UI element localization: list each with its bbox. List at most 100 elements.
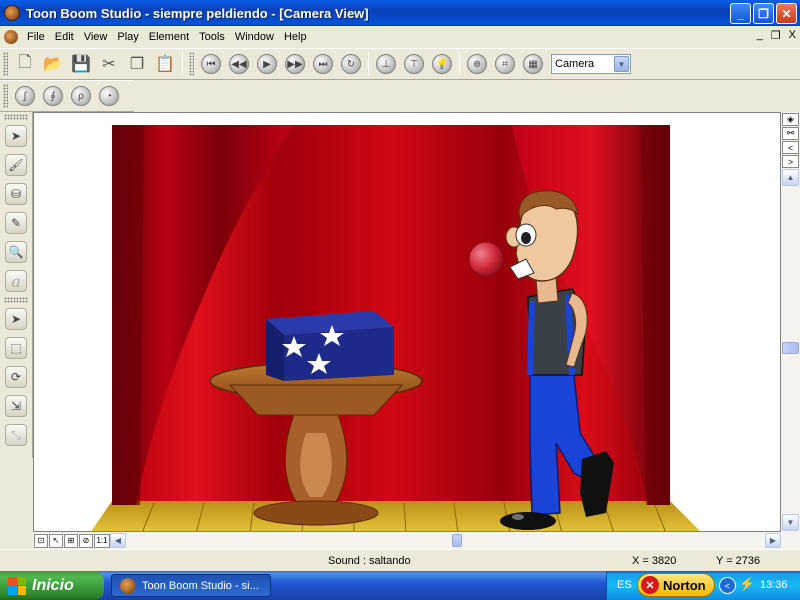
- status-sound: Sound : saltando: [328, 555, 411, 567]
- rotate-tool[interactable]: ⟳: [3, 364, 29, 390]
- toolbar-grip[interactable]: [3, 52, 8, 76]
- select-tool[interactable]: ➤: [3, 123, 29, 149]
- pencil-tool-button[interactable]: ∫: [11, 83, 39, 109]
- minimize-button[interactable]: _: [730, 3, 751, 24]
- brush-alt-tool[interactable]: ✎: [3, 210, 29, 236]
- power-tray-icon[interactable]: ⚡: [739, 576, 755, 592]
- save-button[interactable]: 💾: [67, 51, 95, 77]
- menu-play[interactable]: Play: [112, 26, 143, 48]
- fast-forward-icon: ▶▶: [285, 54, 305, 74]
- paste-icon: 📋: [155, 56, 175, 73]
- horizontal-scroll-thumb[interactable]: [452, 534, 462, 547]
- text-tool[interactable]: a: [3, 268, 29, 294]
- field-chart-button[interactable]: ⌗: [491, 51, 519, 77]
- paint-bucket-tool[interactable]: ⛁: [3, 181, 29, 207]
- paste-button[interactable]: 📋: [151, 51, 179, 77]
- toolbar-grip[interactable]: [3, 84, 8, 108]
- safe-area-icon: ▦: [523, 54, 543, 74]
- transform-select-tool[interactable]: ➤: [3, 306, 29, 332]
- first-frame-button[interactable]: ⏮: [197, 51, 225, 77]
- copy-icon: ❐: [129, 56, 145, 73]
- ink-tool-button[interactable]: ρ: [67, 83, 95, 109]
- link-icon[interactable]: ⚯: [782, 127, 799, 140]
- open-button[interactable]: 📂: [39, 51, 67, 77]
- menu-edit[interactable]: Edit: [50, 26, 79, 48]
- rewind-icon: ◀◀: [229, 54, 249, 74]
- horizontal-scrollbar-strip: ⊡ ↖ ⊞ ⊘ 1:1 ◀ ▶: [33, 532, 800, 549]
- app-icon: [4, 5, 20, 21]
- start-button[interactable]: Inicio: [0, 571, 104, 600]
- camera-icon[interactable]: ◈: [782, 113, 799, 126]
- scroll-right-arrow-icon[interactable]: ▶: [765, 533, 781, 548]
- mini-tool-actual-size[interactable]: 1:1: [94, 533, 110, 548]
- menu-file[interactable]: File: [22, 26, 50, 48]
- previous-frame-button[interactable]: ◀◀: [225, 51, 253, 77]
- mini-tool-select[interactable]: ↖: [49, 533, 63, 548]
- field-chart-icon: ⌗: [495, 54, 515, 74]
- light-table-button[interactable]: 💡: [428, 51, 456, 77]
- palette-grip[interactable]: [4, 297, 28, 303]
- zoom-tool[interactable]: 🔍: [3, 239, 29, 265]
- chevron-right-icon[interactable]: >: [782, 155, 799, 168]
- play-button[interactable]: ▶: [253, 51, 281, 77]
- cut-button[interactable]: ✂: [95, 51, 123, 77]
- brush-tool[interactable]: 🖌: [3, 152, 29, 178]
- mini-tool-grid[interactable]: ⊞: [64, 533, 78, 548]
- restore-button[interactable]: ❐: [753, 3, 774, 24]
- last-frame-button[interactable]: ⏭: [309, 51, 337, 77]
- norton-tray-button[interactable]: ✕ Norton: [637, 573, 715, 597]
- scale-tool[interactable]: ⇲: [3, 393, 29, 419]
- mini-tool-frame[interactable]: ⊡: [34, 533, 48, 548]
- menu-window[interactable]: Window: [230, 26, 279, 48]
- doc-restore-button[interactable]: ❐: [771, 29, 781, 42]
- document-window-controls: _ ❐ X: [757, 29, 796, 42]
- close-button[interactable]: ✕: [776, 3, 797, 24]
- vertical-scroll-thumb[interactable]: [782, 342, 799, 354]
- rotate-icon: ⟳: [5, 366, 27, 388]
- brush-curve-button[interactable]: ∮: [39, 83, 67, 109]
- paint-tool-button[interactable]: ◔: [95, 83, 123, 109]
- chevron-left-icon[interactable]: <: [782, 141, 799, 154]
- scene-artwork: [91, 125, 700, 531]
- scroll-left-arrow-icon[interactable]: ◀: [110, 533, 126, 548]
- drawing-toolbar: ∫ ∮ ρ ◔: [0, 80, 134, 112]
- language-indicator[interactable]: ES: [617, 579, 632, 591]
- copy-button[interactable]: ❐: [123, 51, 151, 77]
- palette-grip[interactable]: [4, 114, 28, 120]
- grid-button[interactable]: ⊕: [463, 51, 491, 77]
- onion-skin-previous-button[interactable]: ⊥: [372, 51, 400, 77]
- status-x-coordinate: X = 3820: [632, 555, 677, 567]
- show-hidden-icons-icon[interactable]: <: [719, 577, 736, 594]
- menu-element[interactable]: Element: [144, 26, 194, 48]
- vertical-scrollbar[interactable]: ◈ ⚯ < > ▲ ▼: [781, 112, 800, 532]
- horizontal-scroll-track[interactable]: [126, 533, 765, 548]
- next-frame-button[interactable]: ▶▶: [281, 51, 309, 77]
- scroll-up-arrow-icon[interactable]: ▲: [782, 169, 799, 186]
- menu-help[interactable]: Help: [279, 26, 312, 48]
- loop-button[interactable]: ↻: [337, 51, 365, 77]
- brushes-icon: ✎: [5, 212, 27, 234]
- chevron-down-icon[interactable]: ▼: [614, 56, 629, 72]
- mini-tool-reset[interactable]: ⊘: [79, 533, 93, 548]
- brush-icon: 🖌: [5, 154, 27, 176]
- camera-view-canvas[interactable]: [33, 112, 781, 532]
- new-button[interactable]: 🗋: [11, 51, 39, 77]
- document-icon[interactable]: [4, 30, 18, 44]
- doc-minimize-button[interactable]: _: [757, 29, 763, 42]
- menu-tools[interactable]: Tools: [194, 26, 230, 48]
- arrow-cursor-icon: ➤: [5, 125, 27, 147]
- safe-area-button[interactable]: ▦: [519, 51, 547, 77]
- view-select[interactable]: Camera ▼: [551, 54, 631, 74]
- save-disk-icon: 💾: [71, 56, 91, 73]
- taskbar-app-button[interactable]: Toon Boom Studio - si...: [111, 574, 271, 597]
- doc-close-button[interactable]: X: [789, 29, 796, 42]
- motion-tool[interactable]: ⤡: [3, 422, 29, 448]
- onion-skin-next-button[interactable]: ⊤: [400, 51, 428, 77]
- toolbar-grip[interactable]: [189, 52, 194, 76]
- light-bulb-icon: 💡: [432, 54, 452, 74]
- text-icon: a: [5, 270, 27, 292]
- menu-view[interactable]: View: [79, 26, 113, 48]
- scroll-down-arrow-icon[interactable]: ▼: [782, 514, 799, 531]
- marquee-tool[interactable]: ⬚: [3, 335, 29, 361]
- window-controls: _ ❐ ✕: [730, 3, 797, 24]
